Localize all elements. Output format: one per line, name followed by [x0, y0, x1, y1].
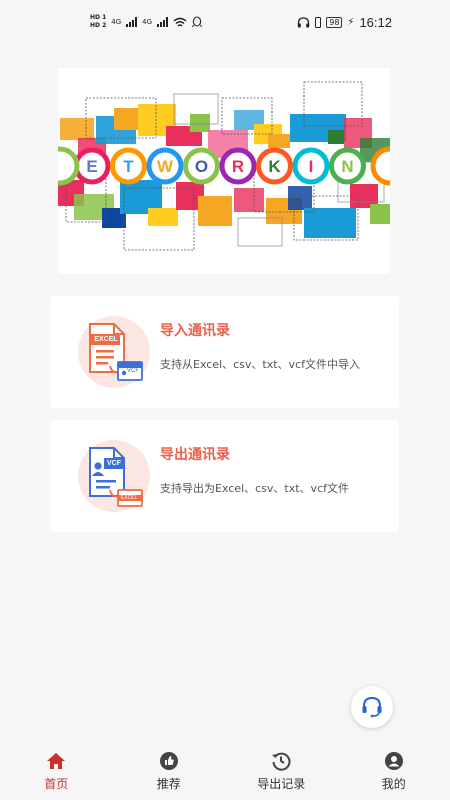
- network-type: 4G: [111, 18, 122, 26]
- banner-letter: E: [86, 157, 97, 176]
- battery-indicator: 98: [326, 16, 343, 28]
- thumbs-up-icon: [159, 752, 178, 770]
- tab-home-label: 首页: [44, 777, 69, 791]
- banner-letter: T: [123, 157, 134, 176]
- vcf-badge-text: VCF: [107, 460, 121, 467]
- bottom-tab-bar: 首页 推荐 导出记录 我的: [0, 740, 450, 800]
- status-bar-left: HD 1 HD 2 4G 4G: [90, 14, 202, 30]
- banner-letter: K: [268, 157, 281, 176]
- home-icon: [47, 753, 66, 769]
- user-icon: [384, 752, 403, 770]
- import-card-title: 导入通讯录: [160, 323, 230, 339]
- export-contacts-card[interactable]: VCF EXCEL 导出通讯录 支持导出为Excel、csv、txt、vcf文件: [50, 420, 399, 532]
- hd-indicator: HD 1 HD 2: [90, 14, 107, 29]
- history-icon: [272, 752, 291, 771]
- signal-icon: [126, 17, 138, 27]
- status-time: 16:12: [359, 14, 392, 30]
- headphone-icon: [298, 16, 310, 27]
- banner-letter: N: [341, 157, 353, 176]
- status-bar-right: 98 ⚡ 16:12: [297, 15, 392, 30]
- vcf-export-icon: VCF EXCEL: [78, 440, 150, 512]
- excel-import-icon: EXCEL VCF: [78, 316, 150, 388]
- banner-letter: O: [195, 157, 208, 176]
- import-contacts-card[interactable]: EXCEL VCF 导入通讯录 支持从Excel、csv、txt、vcf文件中导…: [50, 296, 399, 408]
- banner-illustration: ETWORKIN: [58, 81, 390, 251]
- excel-sub-text: EXCEL: [121, 495, 138, 501]
- status-bar: HD 1 HD 2 4G 4G 98 ⚡ 16:12: [0, 0, 450, 44]
- charging-icon: ⚡: [347, 16, 355, 28]
- banner-letter: I: [309, 157, 314, 176]
- import-card-description: 支持从Excel、csv、txt、vcf文件中导入: [160, 358, 360, 371]
- tab-home[interactable]: 首页: [0, 740, 113, 800]
- excel-badge-text: EXCEL: [94, 336, 118, 343]
- network-type-2: 4G: [142, 18, 153, 26]
- banner-letter: R: [232, 157, 244, 176]
- export-card-description: 支持导出为Excel、csv、txt、vcf文件: [160, 482, 349, 495]
- vcf-sub-text: VCF: [127, 368, 139, 374]
- signal-icon-2: [157, 17, 169, 27]
- headset-icon: [362, 696, 382, 718]
- banner-letter: W: [157, 157, 174, 176]
- tab-recommend-label: 推荐: [156, 777, 181, 791]
- tab-mine-label: 我的: [381, 777, 406, 791]
- networking-banner: ETWORKIN: [58, 68, 390, 274]
- qq-icon: [192, 16, 202, 28]
- vibrate-icon: [315, 16, 322, 28]
- tab-recommend[interactable]: 推荐: [113, 740, 226, 800]
- customer-service-button[interactable]: [351, 686, 393, 728]
- wifi-icon: [173, 17, 187, 27]
- tab-mine[interactable]: 我的: [338, 740, 450, 800]
- tab-export-history-label: 导出记录: [257, 777, 306, 791]
- tab-export-history[interactable]: 导出记录: [225, 740, 338, 800]
- export-card-title: 导出通讯录: [160, 447, 230, 463]
